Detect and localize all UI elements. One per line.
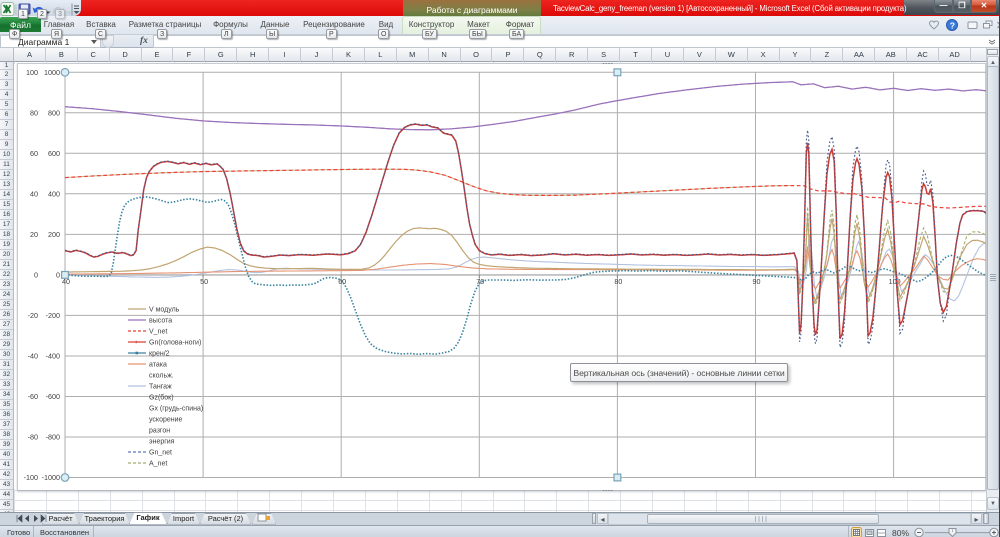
svg-text:Gn_net: Gn_net (149, 450, 172, 457)
svg-text:разгон: разгон (149, 428, 170, 435)
svg-text:энергия: энергия (149, 439, 175, 446)
svg-text:600: 600 (48, 149, 60, 158)
svg-text:0: 0 (56, 270, 60, 279)
svg-text:-400: -400 (46, 352, 60, 361)
svg-text:200: 200 (48, 230, 60, 239)
svg-text:атака: атака (149, 362, 167, 369)
svg-text:100: 100 (26, 68, 38, 77)
svg-text:-600: -600 (46, 392, 60, 401)
svg-text:-100: -100 (24, 473, 38, 482)
svg-text:Gx (грудь-спина): Gx (грудь-спина) (149, 406, 203, 413)
svg-text:высота: высота (149, 318, 172, 325)
svg-text:0: 0 (34, 270, 38, 279)
svg-text:-200: -200 (46, 311, 60, 320)
svg-text:90: 90 (753, 277, 761, 286)
svg-text:скольж.: скольж. (149, 373, 174, 380)
svg-text:Gn(голова-ноги): Gn(голова-ноги) (149, 340, 201, 347)
svg-text:A_net: A_net (149, 461, 167, 468)
svg-text:-1000: -1000 (42, 473, 60, 482)
svg-text:-40: -40 (28, 352, 38, 361)
svg-text:80: 80 (30, 108, 38, 117)
svg-text:-20: -20 (28, 311, 38, 320)
svg-text:ускорение: ускорение (149, 417, 183, 424)
svg-text:Тангаж: Тангаж (149, 384, 172, 391)
svg-text:крен/2: крен/2 (149, 351, 170, 358)
svg-text:1000: 1000 (44, 68, 60, 77)
svg-text:20: 20 (30, 230, 38, 239)
svg-text:V модуль: V модуль (149, 307, 180, 314)
svg-text:400: 400 (48, 189, 60, 198)
svg-text:-60: -60 (28, 392, 38, 401)
svg-text:-80: -80 (28, 433, 38, 442)
svg-text:800: 800 (48, 108, 60, 117)
svg-text:-800: -800 (46, 433, 60, 442)
svg-text:80: 80 (614, 277, 622, 286)
svg-text:V_net: V_net (149, 329, 167, 336)
svg-text:40: 40 (30, 189, 38, 198)
svg-text:50: 50 (200, 277, 208, 286)
svg-text:60: 60 (30, 149, 38, 158)
svg-text:Gz(бок): Gz(бок) (149, 394, 174, 402)
